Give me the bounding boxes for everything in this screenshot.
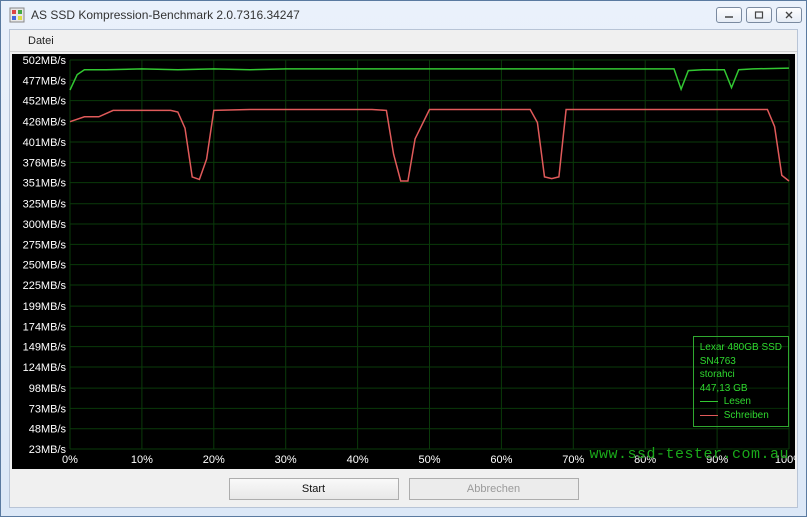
legend-write-label: Schreiben bbox=[724, 409, 769, 423]
app-window: AS SSD Kompression-Benchmark 2.0.7316.34… bbox=[0, 0, 807, 517]
close-button[interactable] bbox=[776, 7, 802, 23]
legend-capacity: 447,13 GB bbox=[700, 382, 782, 396]
svg-text:10%: 10% bbox=[131, 454, 153, 466]
footer: Start Abbrechen bbox=[10, 471, 797, 507]
svg-text:199MB/s: 199MB/s bbox=[23, 301, 67, 313]
legend-driver: storahci bbox=[700, 368, 782, 382]
svg-text:477MB/s: 477MB/s bbox=[23, 75, 67, 87]
svg-text:70%: 70% bbox=[562, 454, 584, 466]
svg-text:351MB/s: 351MB/s bbox=[23, 178, 67, 190]
svg-text:20%: 20% bbox=[203, 454, 225, 466]
client-area: Datei 502MB/s 477MB/s 452MB/s 426MB/s 401MB/… bbox=[9, 29, 798, 508]
legend-write-swatch bbox=[700, 415, 718, 416]
menubar: Datei bbox=[10, 30, 797, 52]
app-icon bbox=[9, 7, 25, 23]
titlebar: AS SSD Kompression-Benchmark 2.0.7316.34… bbox=[1, 1, 806, 29]
legend-device: Lexar 480GB SSD bbox=[700, 341, 782, 355]
svg-text:30%: 30% bbox=[275, 454, 297, 466]
legend-write-row: Schreiben bbox=[700, 409, 782, 423]
svg-text:225MB/s: 225MB/s bbox=[23, 280, 67, 292]
svg-text:502MB/s: 502MB/s bbox=[23, 55, 67, 67]
svg-text:300MB/s: 300MB/s bbox=[23, 219, 67, 231]
maximize-button[interactable] bbox=[746, 7, 772, 23]
minimize-button[interactable] bbox=[716, 7, 742, 23]
chart-svg: 502MB/s 477MB/s 452MB/s 426MB/s 401MB/s 376MB… bbox=[12, 54, 795, 469]
svg-text:275MB/s: 275MB/s bbox=[23, 239, 67, 251]
legend-box: Lexar 480GB SSD SN4763 storahci 447,13 G… bbox=[693, 336, 789, 427]
cancel-button[interactable]: Abbrechen bbox=[409, 478, 579, 500]
svg-text:60%: 60% bbox=[490, 454, 512, 466]
legend-read-row: Lesen bbox=[700, 395, 782, 409]
svg-text:40%: 40% bbox=[347, 454, 369, 466]
svg-text:376MB/s: 376MB/s bbox=[23, 157, 67, 169]
svg-text:23MB/s: 23MB/s bbox=[29, 444, 67, 456]
svg-text:50%: 50% bbox=[418, 454, 440, 466]
svg-text:426MB/s: 426MB/s bbox=[23, 117, 67, 129]
legend-serial: SN4763 bbox=[700, 355, 782, 369]
start-button[interactable]: Start bbox=[229, 478, 399, 500]
svg-text:149MB/s: 149MB/s bbox=[23, 342, 67, 354]
svg-text:98MB/s: 98MB/s bbox=[29, 383, 67, 395]
svg-text:401MB/s: 401MB/s bbox=[23, 137, 67, 149]
svg-text:0%: 0% bbox=[62, 454, 78, 466]
svg-text:452MB/s: 452MB/s bbox=[23, 96, 67, 108]
svg-text:250MB/s: 250MB/s bbox=[23, 260, 67, 272]
legend-read-swatch bbox=[700, 401, 718, 402]
svg-text:325MB/s: 325MB/s bbox=[23, 199, 67, 211]
svg-text:124MB/s: 124MB/s bbox=[23, 362, 67, 374]
window-title: AS SSD Kompression-Benchmark 2.0.7316.34… bbox=[31, 8, 716, 22]
watermark: www.ssd-tester.com.au bbox=[589, 446, 789, 463]
menu-file[interactable]: Datei bbox=[20, 33, 62, 49]
svg-text:48MB/s: 48MB/s bbox=[29, 424, 67, 436]
svg-text:174MB/s: 174MB/s bbox=[23, 321, 67, 333]
chart-area: 502MB/s 477MB/s 452MB/s 426MB/s 401MB/s 376MB… bbox=[12, 54, 795, 469]
legend-read-label: Lesen bbox=[724, 395, 751, 409]
svg-text:73MB/s: 73MB/s bbox=[29, 403, 67, 415]
window-controls bbox=[716, 7, 802, 23]
